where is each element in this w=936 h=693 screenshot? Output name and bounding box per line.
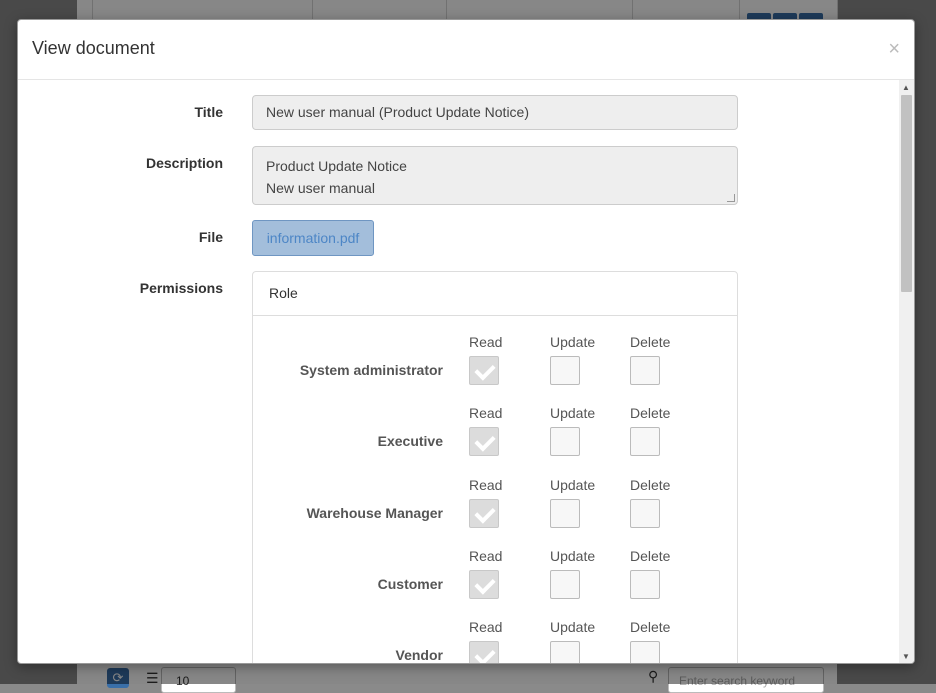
description-field[interactable]: Product Update Notice New user manual	[252, 146, 738, 205]
role-row-customer: Customer Read Update Delete	[253, 548, 739, 618]
file-download-button[interactable]: information.pdf	[252, 220, 374, 256]
permissions-panel: Role System administrator Read Update De…	[252, 271, 739, 663]
role-name: Executive	[377, 433, 443, 449]
update-label: Update	[550, 477, 596, 493]
title-field[interactable]: New user manual (Product Update Notice)	[252, 95, 738, 130]
update-checkbox[interactable]	[550, 356, 580, 385]
close-icon[interactable]: ×	[888, 38, 900, 61]
update-checkbox[interactable]	[550, 499, 580, 528]
role-row-warehouse-manager: Warehouse Manager Read Update Delete	[253, 477, 739, 547]
delete-label: Delete	[630, 405, 671, 421]
scroll-thumb[interactable]	[901, 95, 912, 292]
read-checkbox[interactable]	[469, 570, 499, 599]
role-row-system-administrator: System administrator Read Update Delete	[253, 334, 739, 404]
description-line: Product Update Notice	[266, 158, 407, 174]
read-checkbox[interactable]	[469, 356, 499, 385]
description-line: New user manual	[266, 180, 375, 196]
role-row-vendor: Vendor Read Update Delete	[253, 619, 739, 663]
view-document-modal: View document × Title New user manual (P…	[17, 19, 915, 664]
update-checkbox[interactable]	[550, 641, 580, 663]
read-label: Read	[469, 548, 503, 564]
delete-checkbox[interactable]	[630, 641, 660, 663]
delete-label: Delete	[630, 334, 671, 350]
delete-label: Delete	[630, 619, 671, 635]
description-label: Description	[145, 155, 223, 171]
delete-label: Delete	[630, 477, 671, 493]
delete-checkbox[interactable]	[630, 570, 660, 599]
read-label: Read	[469, 619, 503, 635]
permissions-label: Permissions	[139, 280, 223, 296]
file-label: File	[198, 229, 223, 245]
role-name: Customer	[377, 576, 443, 592]
read-label: Read	[469, 405, 503, 421]
delete-checkbox[interactable]	[630, 499, 660, 528]
delete-checkbox[interactable]	[630, 356, 660, 385]
delete-label: Delete	[630, 548, 671, 564]
resize-handle-icon[interactable]	[727, 194, 735, 202]
update-checkbox[interactable]	[550, 427, 580, 456]
role-name: Vendor	[395, 647, 443, 663]
update-label: Update	[550, 405, 596, 421]
delete-checkbox[interactable]	[630, 427, 660, 456]
permissions-heading: Role	[253, 272, 737, 316]
read-checkbox[interactable]	[469, 641, 499, 663]
update-label: Update	[550, 619, 596, 635]
role-row-executive: Executive Read Update Delete	[253, 405, 739, 475]
modal-body: Title New user manual (Product Update No…	[18, 80, 901, 663]
read-label: Read	[469, 477, 503, 493]
update-label: Update	[550, 548, 596, 564]
read-checkbox[interactable]	[469, 499, 499, 528]
title-label: Title	[194, 104, 223, 120]
modal-header: View document ×	[18, 20, 914, 80]
role-name: System administrator	[299, 362, 443, 378]
modal-title: View document	[32, 38, 155, 58]
scroll-up-icon[interactable]: ▲	[902, 83, 910, 92]
modal-scrollbar[interactable]: ▲ ▼	[899, 80, 914, 663]
update-checkbox[interactable]	[550, 570, 580, 599]
scroll-down-icon[interactable]: ▼	[902, 652, 910, 661]
read-checkbox[interactable]	[469, 427, 499, 456]
update-label: Update	[550, 334, 596, 350]
role-name: Warehouse Manager	[306, 505, 443, 521]
read-label: Read	[469, 334, 503, 350]
